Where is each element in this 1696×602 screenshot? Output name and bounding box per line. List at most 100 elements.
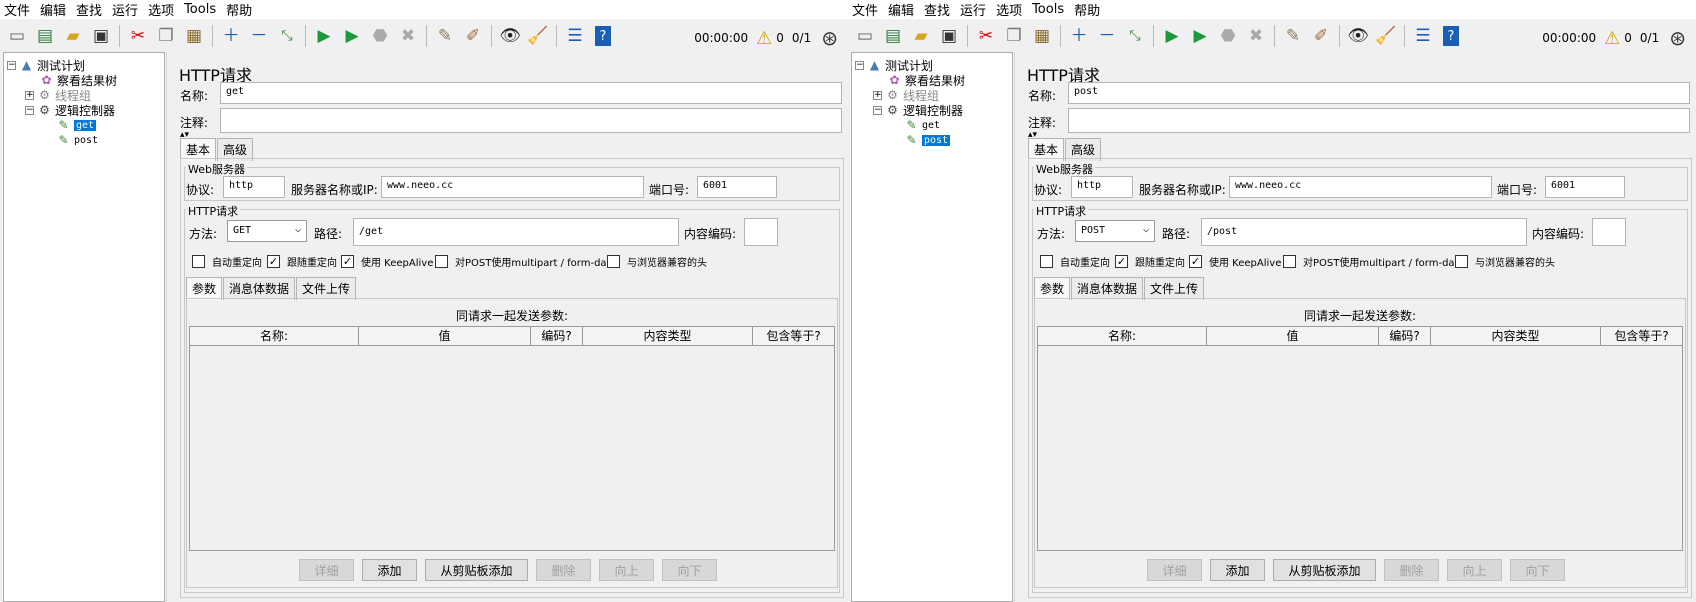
checkbox-box[interactable] — [607, 255, 620, 268]
tree-node-post[interactable]: ✎ post — [56, 132, 98, 148]
collapse-toggle-icon[interactable]: − — [25, 105, 34, 115]
port-field[interactable]: 6001 — [1545, 176, 1625, 198]
col-value-header[interactable]: 值 — [1207, 327, 1379, 345]
browser-headers-checkbox[interactable]: 与浏览器兼容的头 — [607, 254, 707, 269]
col-name-header[interactable]: 名称: — [190, 327, 359, 345]
tree-node-logic-controller[interactable]: − ⚙ 逻辑控制器 — [25, 102, 115, 118]
col-content-type-header[interactable]: 内容类型 — [583, 327, 753, 345]
menu-file[interactable]: 文件 — [852, 0, 878, 19]
checkbox-box[interactable]: ✓ — [341, 255, 354, 268]
menu-help[interactable]: 帮助 — [226, 0, 252, 19]
expand-icon[interactable]: ＋ — [1065, 22, 1093, 50]
menu-options[interactable]: 选项 — [996, 0, 1022, 19]
port-field[interactable]: 6001 — [697, 176, 777, 198]
path-field[interactable]: /get — [353, 218, 679, 246]
new-file-icon[interactable]: ▭ — [851, 22, 879, 50]
multipart-checkbox[interactable]: 对POST使用multipart / form-data — [435, 254, 617, 269]
add-from-clipboard-button[interactable]: 从剪贴板添加 — [425, 559, 528, 581]
server-field[interactable]: www.neeo.cc — [1229, 176, 1492, 198]
multipart-checkbox[interactable]: 对POST使用multipart / form-data — [1283, 254, 1465, 269]
expand-icon[interactable]: ＋ — [217, 22, 245, 50]
checkbox-box[interactable]: ✓ — [1189, 255, 1202, 268]
remote-icon[interactable]: ⊛ — [821, 26, 838, 50]
name-field[interactable]: get — [220, 82, 842, 104]
menu-run[interactable]: 运行 — [960, 0, 986, 19]
stop-icon[interactable]: ⬣ — [1214, 22, 1242, 50]
templates-icon[interactable]: ▤ — [879, 22, 907, 50]
collapse-icon[interactable]: － — [1093, 22, 1121, 50]
col-encode-header[interactable]: 编码? — [531, 327, 583, 345]
tree-node-post[interactable]: ✎ post — [904, 132, 951, 148]
move-up-button[interactable]: 向上 — [1447, 559, 1502, 581]
checkbox-box[interactable] — [1040, 255, 1053, 268]
col-value-header[interactable]: 值 — [359, 327, 531, 345]
paste-icon[interactable]: ▦ — [1028, 22, 1056, 50]
follow-redirect-checkbox[interactable]: ✓ 跟随重定向 — [1115, 254, 1185, 269]
add-button[interactable]: 添加 — [362, 559, 417, 581]
collapse-icon[interactable]: － — [245, 22, 273, 50]
method-select[interactable]: POST ⌵ — [1075, 220, 1155, 242]
split-pane-divider[interactable] — [166, 52, 171, 602]
start-no-pause-icon[interactable]: ▶ — [338, 22, 366, 50]
paste-icon[interactable]: ▦ — [180, 22, 208, 50]
tree-node-logic-controller[interactable]: − ⚙ 逻辑控制器 — [873, 102, 963, 118]
menu-file[interactable]: 文件 — [4, 0, 30, 19]
search-icon[interactable]: 👁 — [1344, 22, 1372, 50]
copy-icon[interactable]: ❐ — [1000, 22, 1028, 50]
delete-button[interactable]: 删除 — [536, 559, 591, 581]
params-table[interactable]: 名称: 值 编码? 内容类型 包含等于? — [189, 326, 835, 551]
checkbox-box[interactable] — [192, 255, 205, 268]
save-icon[interactable]: ▣ — [935, 22, 963, 50]
toggle-icon[interactable]: ⤡ — [1121, 22, 1149, 50]
stop-icon[interactable]: ⬣ — [366, 22, 394, 50]
col-name-header[interactable]: 名称: — [1038, 327, 1207, 345]
keepalive-checkbox[interactable]: ✓ 使用 KeepAlive — [341, 254, 433, 269]
menu-options[interactable]: 选项 — [148, 0, 174, 19]
open-folder-icon[interactable]: ▰ — [59, 22, 87, 50]
server-field[interactable]: www.neeo.cc — [381, 176, 644, 198]
cut-icon[interactable]: ✂ — [972, 22, 1000, 50]
reset-search-icon[interactable]: 🧹 — [524, 22, 552, 50]
warning-icon[interactable]: ⚠ — [1604, 28, 1620, 49]
cut-icon[interactable]: ✂ — [124, 22, 152, 50]
detail-button[interactable]: 详细 — [299, 559, 354, 581]
browser-headers-checkbox[interactable]: 与浏览器兼容的头 — [1455, 254, 1555, 269]
move-up-button[interactable]: 向上 — [599, 559, 654, 581]
checkbox-box[interactable] — [435, 255, 448, 268]
tab-params[interactable]: 参数 — [1034, 277, 1071, 300]
checkbox-box[interactable] — [1283, 255, 1296, 268]
menu-search[interactable]: 查找 — [924, 0, 950, 19]
collapse-toggle-icon[interactable]: − — [855, 60, 864, 70]
checkbox-box[interactable]: ✓ — [1115, 255, 1128, 268]
col-encode-header[interactable]: 编码? — [1379, 327, 1431, 345]
menu-run[interactable]: 运行 — [112, 0, 138, 19]
menu-tools[interactable]: Tools — [1032, 2, 1064, 17]
checkbox-box[interactable] — [1455, 255, 1468, 268]
move-down-button[interactable]: 向下 — [662, 559, 717, 581]
tab-body-data[interactable]: 消息体数据 — [223, 277, 296, 300]
path-field[interactable]: /post — [1201, 218, 1527, 246]
menu-tools[interactable]: Tools — [184, 2, 216, 17]
menu-edit[interactable]: 编辑 — [40, 0, 66, 19]
tab-file-upload[interactable]: 文件上传 — [296, 277, 357, 300]
protocol-field[interactable]: http — [223, 176, 285, 198]
toggle-icon[interactable]: ⤡ — [273, 22, 301, 50]
encoding-field[interactable] — [1592, 218, 1626, 246]
templates-icon[interactable]: ▤ — [31, 22, 59, 50]
name-field[interactable]: post — [1068, 82, 1690, 104]
start-icon[interactable]: ▶ — [1158, 22, 1186, 50]
new-file-icon[interactable]: ▭ — [3, 22, 31, 50]
add-button[interactable]: 添加 — [1210, 559, 1265, 581]
expand-toggle-icon[interactable]: + — [25, 90, 34, 100]
col-include-equals-header[interactable]: 包含等于? — [1601, 327, 1682, 345]
method-select[interactable]: GET ⌵ — [227, 220, 307, 242]
tab-body-data[interactable]: 消息体数据 — [1071, 277, 1144, 300]
auto-redirect-checkbox[interactable]: 自动重定向 — [1040, 254, 1110, 269]
col-content-type-header[interactable]: 内容类型 — [1431, 327, 1601, 345]
follow-redirect-checkbox[interactable]: ✓ 跟随重定向 — [267, 254, 337, 269]
col-include-equals-header[interactable]: 包含等于? — [753, 327, 834, 345]
open-folder-icon[interactable]: ▰ — [907, 22, 935, 50]
params-table[interactable]: 名称: 值 编码? 内容类型 包含等于? — [1037, 326, 1683, 551]
protocol-field[interactable]: http — [1071, 176, 1133, 198]
copy-icon[interactable]: ❐ — [152, 22, 180, 50]
